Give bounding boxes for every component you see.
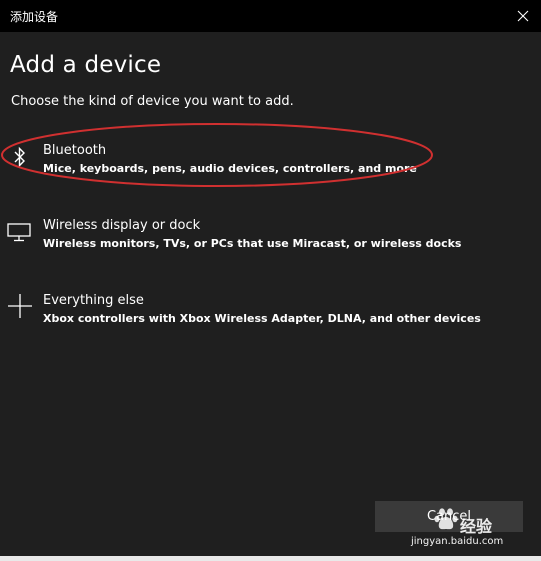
watermark-url: jingyan.baidu.com — [411, 536, 504, 547]
option-description: Xbox controllers with Xbox Wireless Adap… — [43, 312, 481, 325]
close-button[interactable] — [513, 6, 533, 26]
option-label: Wireless display or dock — [43, 218, 201, 233]
cancel-button[interactable]: Cancel — [375, 501, 523, 532]
page-subtitle: Choose the kind of device you want to ad… — [11, 94, 294, 109]
bluetooth-icon — [6, 143, 34, 171]
close-icon — [517, 10, 529, 22]
add-device-window: 添加设备 Add a device Choose the kind of dev… — [0, 0, 541, 556]
option-everything-else[interactable]: Everything else Xbox controllers with Xb… — [0, 293, 541, 353]
option-description: Mice, keyboards, pens, audio devices, co… — [43, 162, 417, 175]
option-wireless-display[interactable]: Wireless display or dock Wireless monito… — [0, 218, 541, 278]
plus-icon — [6, 292, 34, 320]
option-label: Bluetooth — [43, 143, 107, 158]
option-description: Wireless monitors, TVs, or PCs that use … — [43, 237, 462, 250]
title-bar: 添加设备 — [0, 0, 541, 32]
monitor-icon — [5, 218, 33, 246]
option-label: Everything else — [43, 293, 144, 308]
window-title: 添加设备 — [10, 10, 59, 24]
option-bluetooth[interactable]: Bluetooth Mice, keyboards, pens, audio d… — [0, 143, 541, 203]
page-title: Add a device — [10, 52, 162, 78]
